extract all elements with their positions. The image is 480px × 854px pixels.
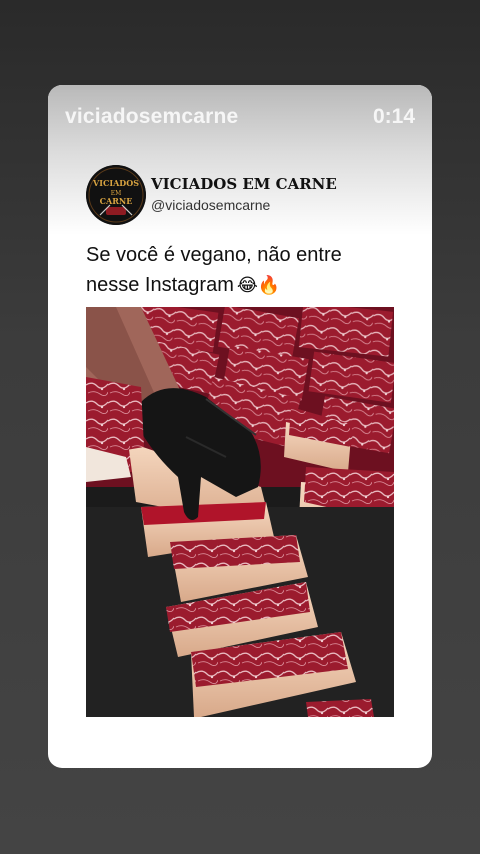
caption-line-2: nesse Instagram 😂🔥	[86, 270, 406, 300]
laughing-fire-emoji-icon: 😂🔥	[236, 275, 281, 295]
account-handle[interactable]: @viciadosemcarne	[151, 197, 270, 213]
logo-text-top: VICIADOS	[92, 178, 139, 188]
viciados-em-carne-logo-icon: VICIADOS EM CARNE	[86, 165, 146, 225]
logo-text-bottom: CARNE	[100, 196, 133, 206]
post-caption: Se você é vegano, não entre nesse Instag…	[86, 240, 406, 300]
steak-cutting-video-frame	[86, 307, 394, 717]
caption-line-1: Se você é vegano, não entre	[86, 244, 342, 266]
caption-line-2-text: nesse Instagram	[86, 274, 234, 296]
avatar[interactable]: VICIADOS EM CARNE	[86, 165, 146, 225]
story-timestamp: 0:14	[372, 105, 415, 128]
post-video[interactable]	[86, 307, 394, 717]
story-card[interactable]: viciadosemcarne 0:14 VICIADOS EM CARNE V…	[48, 85, 432, 768]
account-display-name[interactable]: VICIADOS EM CARNE	[151, 175, 337, 193]
story-username[interactable]: viciadosemcarne	[65, 105, 238, 129]
